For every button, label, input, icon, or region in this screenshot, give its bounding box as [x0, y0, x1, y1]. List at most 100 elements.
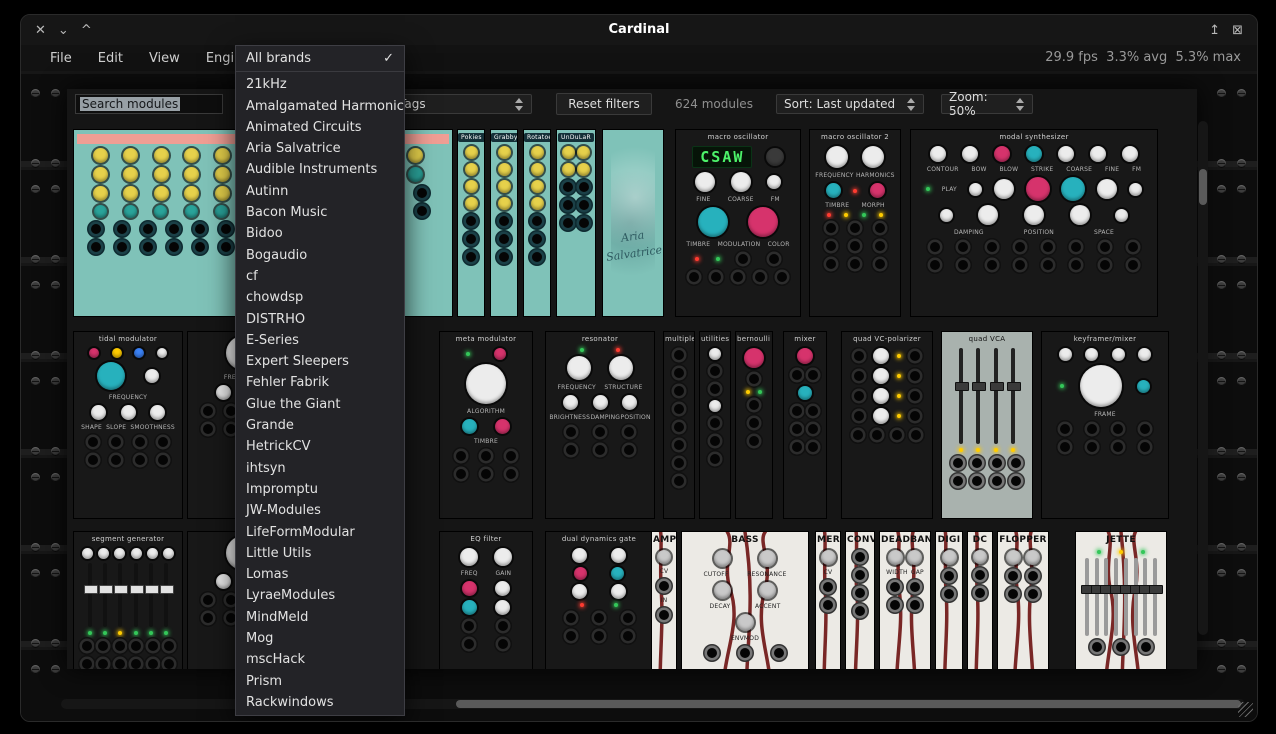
- port-icon: [563, 218, 573, 228]
- module-bernoulli-gate[interactable]: bernoulli gate: [735, 331, 773, 519]
- brand-item-bacon-music[interactable]: Bacon Music: [236, 202, 404, 223]
- brand-item-aria-salvatrice[interactable]: Aria Salvatrice: [236, 138, 404, 159]
- module-blank-panel[interactable]: [73, 129, 249, 317]
- brand-item-mschack[interactable]: mscHack: [236, 649, 404, 670]
- module-controls-row: [845, 388, 929, 404]
- brand-item-chowdsp[interactable]: chowdsp: [236, 287, 404, 308]
- knob-icon: [572, 548, 587, 563]
- brand-item-all-brands[interactable]: All brands ✓: [236, 48, 404, 69]
- brand-item-lyraemodules[interactable]: LyraeModules: [236, 585, 404, 606]
- screw-icon: [1237, 351, 1246, 360]
- module-grabby[interactable]: Grabby: [490, 129, 518, 317]
- brand-item-little-utils[interactable]: Little Utils: [236, 543, 404, 564]
- brand-item-e-series[interactable]: E-Series: [236, 330, 404, 351]
- brand-item-glue-the-giant[interactable]: Glue the Giant: [236, 394, 404, 415]
- module-conv[interactable]: CONV: [845, 531, 875, 669]
- module-utilities[interactable]: utilities: [699, 331, 731, 519]
- brand-item-impromptu[interactable]: Impromptu: [236, 479, 404, 500]
- module-macro-oscillator[interactable]: macro oscillatorCSAWFINECOARSEFMTIMBREMO…: [675, 129, 801, 317]
- screw-icon: [31, 377, 40, 386]
- brand-item-hetrickcv[interactable]: HetrickCV: [236, 436, 404, 457]
- module-meta-modulator[interactable]: meta modulatorALGORITHMTIMBRE: [439, 331, 533, 519]
- module-dc[interactable]: DC: [967, 531, 993, 669]
- screw-icon: [1217, 543, 1226, 552]
- module-tidal-modulator[interactable]: tidal modulatorFREQUENCYSHAPESLOPESMOOTH…: [73, 331, 183, 519]
- module-amp[interactable]: AMPCVIN: [651, 531, 677, 669]
- module-bass[interactable]: BASSCUTOFFRESONANCEDECAYACCENTENVMOD: [681, 531, 809, 669]
- module-mixer[interactable]: mixer: [783, 331, 827, 519]
- slider-icon: [1085, 558, 1089, 636]
- brand-item-amalgamated-harmonics[interactable]: Amalgamated Harmonics: [236, 96, 404, 117]
- module-flopper[interactable]: FLOPPER: [997, 531, 1049, 669]
- search-input[interactable]: Search modules: [75, 94, 223, 114]
- close-box-icon[interactable]: ⊠: [1232, 23, 1243, 38]
- module-deadband[interactable]: DEADBANDWIDTHGAP: [879, 531, 931, 669]
- menu-file[interactable]: File: [37, 51, 85, 66]
- brand-item-21khz[interactable]: 21kHz: [236, 74, 404, 95]
- tags-dropdown[interactable]: Tags: [391, 94, 532, 114]
- module-controls-row: [849, 568, 871, 582]
- port-icon: [466, 252, 476, 262]
- brand-item-autinn[interactable]: Autinn: [236, 181, 404, 202]
- brand-item-jw-modules[interactable]: JW-Modules: [236, 500, 404, 521]
- module-segment-generator[interactable]: segment generator: [73, 531, 183, 669]
- brand-item-audible-instruments[interactable]: Audible Instruments: [236, 159, 404, 180]
- screw-icon: [1217, 639, 1226, 648]
- module-undular[interactable]: UnDuLaR: [556, 129, 596, 317]
- module-controls-row: [685, 582, 805, 599]
- brand-item-ihtsyn[interactable]: ihtsyn: [236, 458, 404, 479]
- port-icon: [506, 451, 516, 461]
- vertical-scrollbar[interactable]: [1198, 121, 1208, 635]
- slider-icon: [1114, 558, 1118, 636]
- module-multiples[interactable]: multiples: [663, 331, 695, 519]
- brand-item-lomas[interactable]: Lomas: [236, 564, 404, 585]
- module-pokies[interactable]: Pokies: [457, 129, 485, 317]
- module-mera[interactable]: MERACV: [815, 531, 841, 669]
- pin-icon[interactable]: ↥: [1209, 23, 1220, 38]
- knob-icon: [1090, 146, 1106, 162]
- module-controls-row: [883, 550, 927, 565]
- zoom-dropdown[interactable]: Zoom: 50%: [941, 94, 1033, 114]
- screw-icon: [1217, 377, 1226, 386]
- module-resonator[interactable]: resonatorFREQUENCYSTRUCTUREBRIGHTNESSDAM…: [545, 331, 655, 519]
- module-dual-dynamics-gate[interactable]: dual dynamics gate: [545, 531, 653, 669]
- brand-item-fehler-fabrik[interactable]: Fehler Fabrik: [236, 372, 404, 393]
- module-eq-filter[interactable]: EQ filterFREQGAIN: [439, 531, 533, 669]
- module-keyframer-mixer[interactable]: keyframer/mixerFRAME: [1041, 331, 1169, 519]
- reset-filters-button[interactable]: Reset filters: [556, 93, 652, 115]
- vertical-scrollbar-thumb[interactable]: [1199, 169, 1207, 205]
- module-rotatoes[interactable]: Rotatoes: [523, 129, 551, 317]
- rack-view: Search modules Tags Reset filters 624 mo…: [21, 71, 1257, 721]
- sort-dropdown[interactable]: Sort: Last updated: [776, 94, 924, 114]
- brand-item-animated-circuits[interactable]: Animated Circuits: [236, 117, 404, 138]
- module-quad-vca[interactable]: quad VCA: [941, 331, 1033, 519]
- brand-item-expert-sleepers[interactable]: Expert Sleepers: [236, 351, 404, 372]
- screw-icon: [51, 377, 60, 386]
- menu-edit[interactable]: Edit: [85, 51, 136, 66]
- module-title: resonator: [546, 332, 654, 344]
- module-macro-oscillator-2[interactable]: macro oscillator 2FREQUENCYHARMONICSTIMB…: [809, 129, 901, 317]
- brand-item-grande[interactable]: Grande: [236, 415, 404, 436]
- module-jette[interactable]: JETTE: [1075, 531, 1167, 669]
- module-controls-row: [739, 416, 769, 430]
- horizontal-scrollbar-thumb[interactable]: [456, 700, 1241, 708]
- port-icon: [749, 418, 759, 428]
- module-modal-synthesizer[interactable]: modal synthesizerCONTOURBOWBLOWSTRIKECOA…: [910, 129, 1158, 317]
- menu-view[interactable]: View: [136, 51, 193, 66]
- brand-item-mog[interactable]: Mog: [236, 628, 404, 649]
- brand-item-mindmeld[interactable]: MindMeld: [236, 607, 404, 628]
- module-blank-panel[interactable]: AriaSalvatrice: [602, 129, 664, 317]
- brand-item-prism[interactable]: Prism: [236, 671, 404, 692]
- module-controls-row: [549, 611, 649, 625]
- brand-item-distrho[interactable]: DISTRHO: [236, 309, 404, 330]
- port-icon: [875, 241, 885, 251]
- brand-item-bidoo[interactable]: Bidoo: [236, 223, 404, 244]
- brand-item-bogaudio[interactable]: Bogaudio: [236, 245, 404, 266]
- module-quad-vc-polarizer[interactable]: quad VC-polarizer: [841, 331, 933, 519]
- brand-item-cf[interactable]: cf: [236, 266, 404, 287]
- updown-arrows-icon: [1016, 98, 1025, 111]
- brand-item-rackwindows[interactable]: Rackwindows: [236, 692, 404, 713]
- screw-icon: [1217, 473, 1226, 482]
- module-digi[interactable]: DIGI: [935, 531, 963, 669]
- brand-item-lifeformmodular[interactable]: LifeFormModular: [236, 522, 404, 543]
